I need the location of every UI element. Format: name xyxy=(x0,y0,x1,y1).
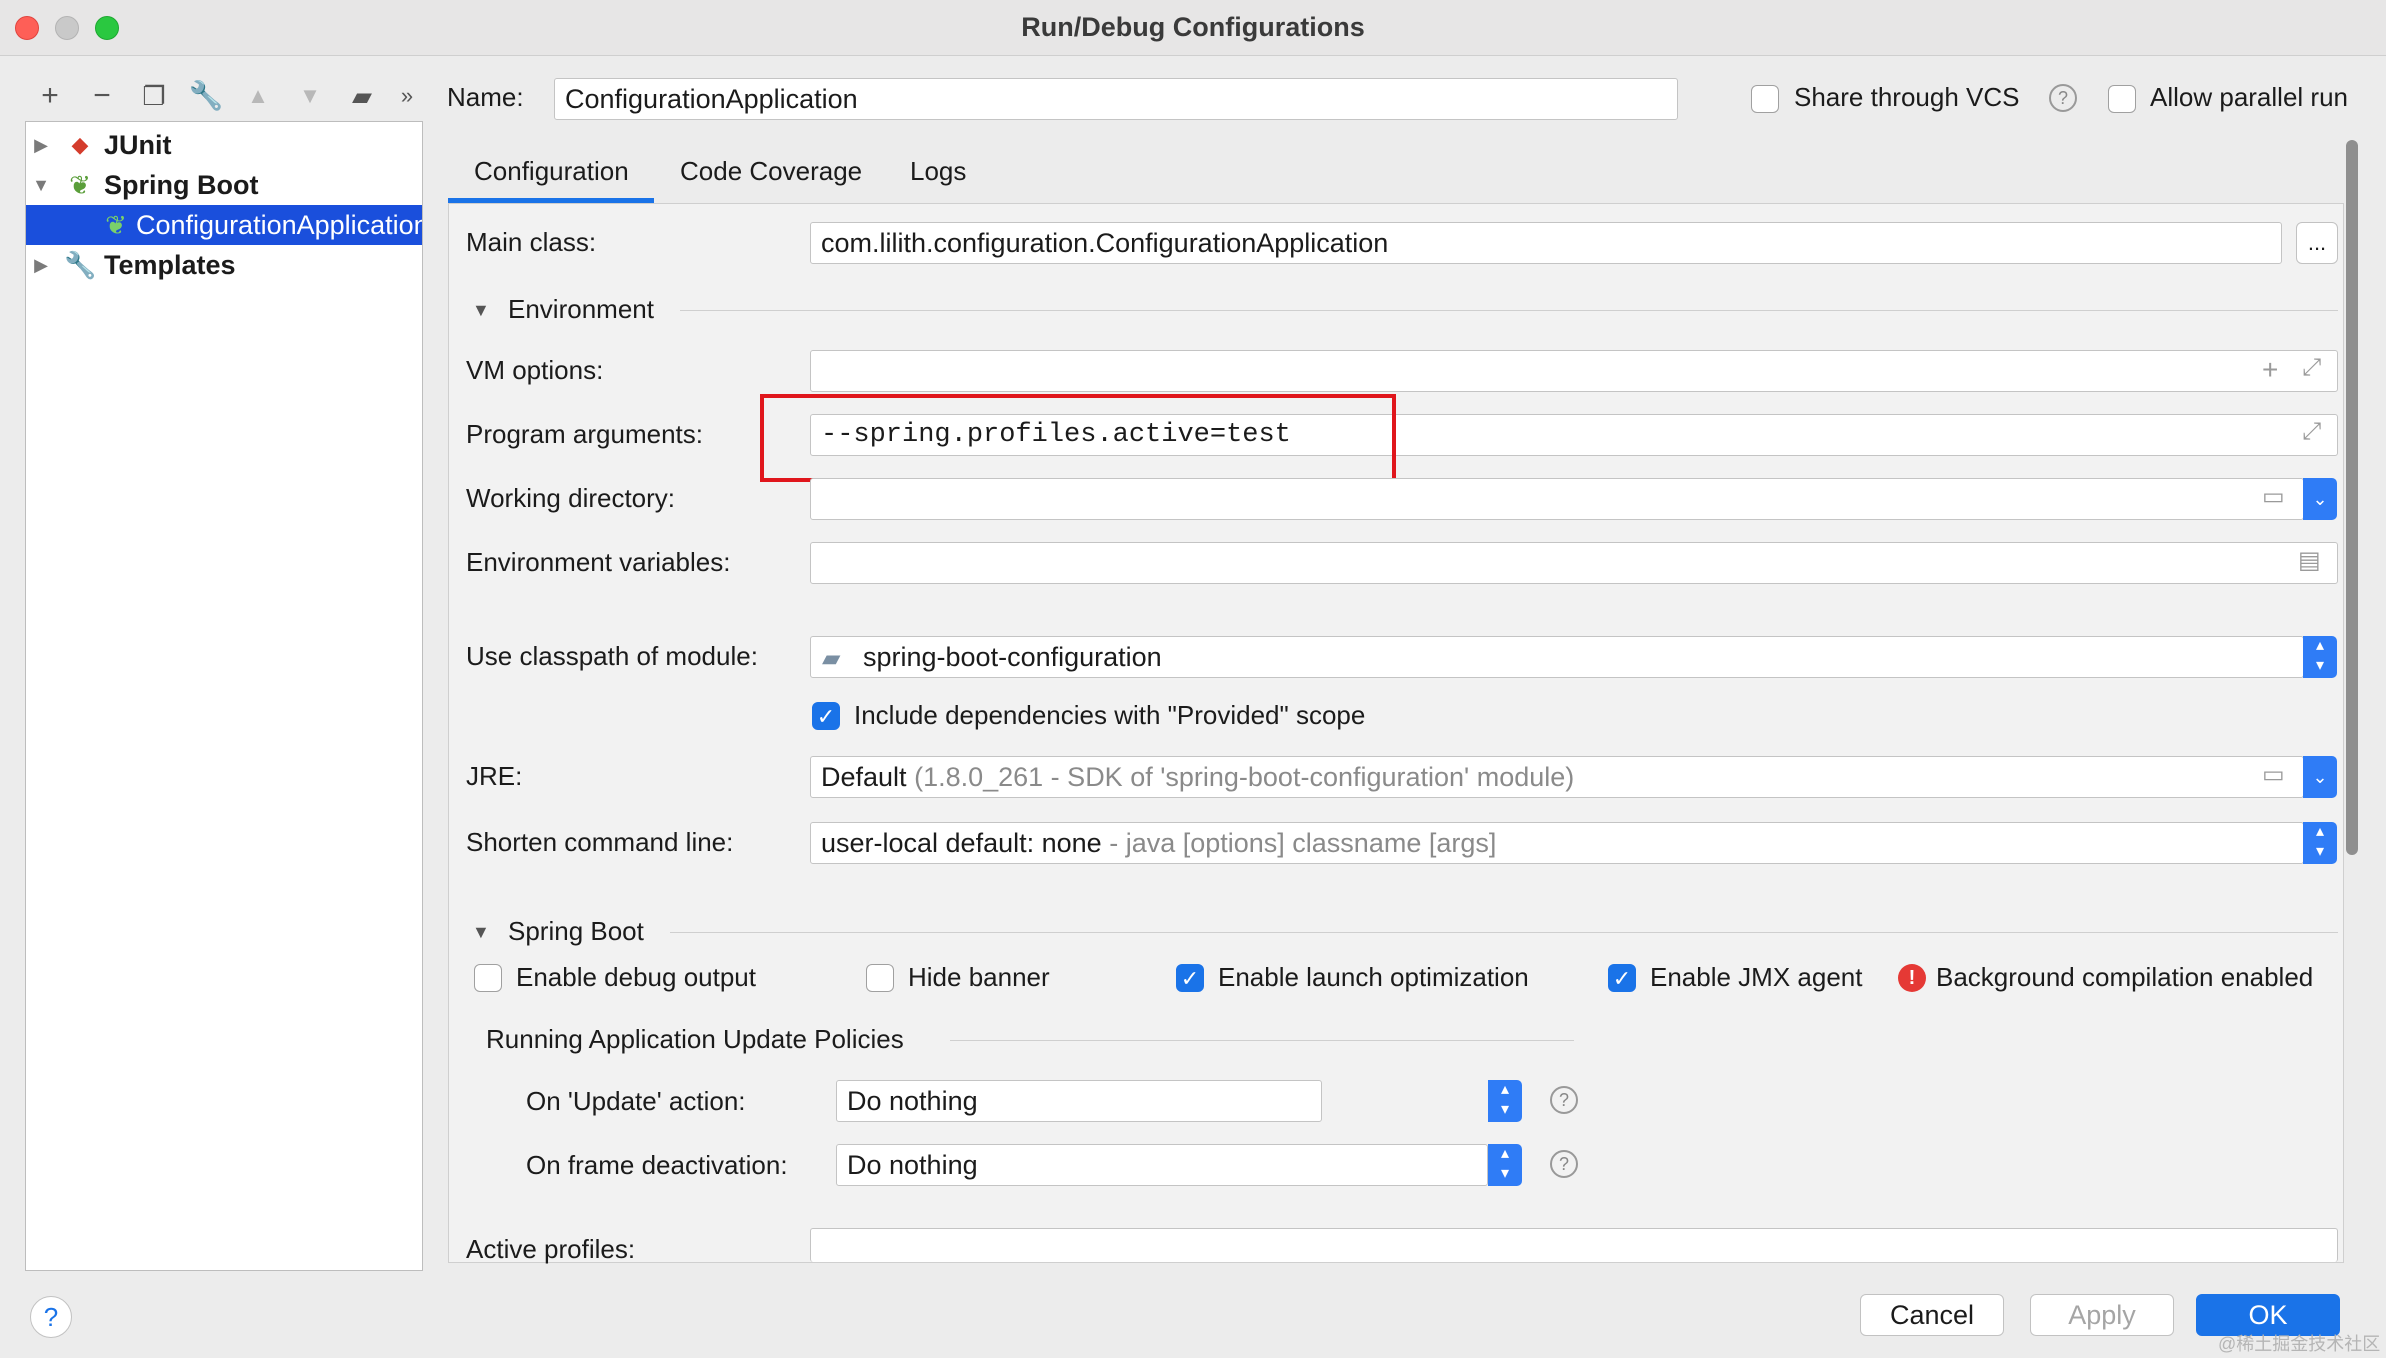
vm-options-input[interactable] xyxy=(810,350,2338,392)
move-down-icon[interactable]: ▼ xyxy=(290,76,330,116)
spring-boot-section-title: Spring Boot xyxy=(508,916,644,946)
share-vcs-label: Share through VCS xyxy=(1794,82,2020,112)
section-divider xyxy=(950,1040,1574,1041)
tab-code-coverage[interactable]: Code Coverage xyxy=(680,151,862,191)
tab-configuration[interactable]: Configuration xyxy=(474,151,629,191)
folder-icon[interactable]: ▭ xyxy=(2262,760,2285,789)
working-directory-input[interactable] xyxy=(810,478,2304,520)
shorten-dropdown-icon[interactable]: ▴ ▾ xyxy=(2303,822,2337,864)
junit-icon: ◆ xyxy=(71,132,89,157)
remove-icon[interactable]: − xyxy=(82,76,122,116)
on-update-select[interactable]: Do nothing xyxy=(836,1080,1322,1122)
on-update-label: On 'Update' action: xyxy=(526,1086,746,1116)
jre-dropdown-icon[interactable]: ⌄ xyxy=(2303,756,2337,798)
allow-parallel-label: Allow parallel run xyxy=(2150,82,2348,112)
section-collapse-icon[interactable]: ▼ xyxy=(472,300,490,321)
expand-arrow-icon[interactable]: ▶ xyxy=(30,245,52,285)
section-collapse-icon[interactable]: ▼ xyxy=(472,922,490,943)
hide-banner-checkbox[interactable] xyxy=(866,964,894,992)
share-vcs-checkbox[interactable] xyxy=(1751,85,1779,113)
background-compilation-label: Background compilation enabled xyxy=(1936,962,2314,992)
environment-variables-label: Environment variables: xyxy=(466,547,731,577)
add-icon[interactable]: + xyxy=(2262,354,2278,386)
environment-variables-input[interactable] xyxy=(810,542,2338,584)
hide-banner-label: Hide banner xyxy=(908,962,1050,992)
section-divider xyxy=(680,310,2338,311)
title-bar: Run/Debug Configurations xyxy=(0,0,2386,56)
allow-parallel-checkbox[interactable] xyxy=(2108,85,2136,113)
collapse-arrow-icon[interactable]: ▼ xyxy=(30,165,52,205)
tab-logs[interactable]: Logs xyxy=(910,151,966,191)
watermark: @稀土掘金技术社区 xyxy=(2218,1334,2381,1354)
tree-item-configuration-application[interactable]: ❦ ConfigurationApplication xyxy=(26,205,422,245)
browse-main-class-button[interactable]: ... xyxy=(2296,222,2338,264)
shorten-detail: - java [options] classname [args] xyxy=(1109,828,1497,858)
configuration-tree[interactable]: ▶ ◆ JUnit ▼ ❦ Spring Boot ❦ Configuratio… xyxy=(25,121,423,1271)
module-icon: ▰ xyxy=(822,645,841,672)
help-icon[interactable]: ? xyxy=(2049,84,2077,112)
main-class-label: Main class: xyxy=(466,227,597,257)
main-class-input[interactable]: com.lilith.configuration.ConfigurationAp… xyxy=(810,222,2282,264)
window-title: Run/Debug Configurations xyxy=(1021,12,1365,42)
program-arguments-label: Program arguments: xyxy=(466,419,703,449)
active-profiles-input[interactable] xyxy=(810,1228,2338,1262)
folder-icon[interactable]: ▭ xyxy=(2262,482,2285,511)
expand-icon[interactable]: ⤢ xyxy=(2302,354,2321,382)
environment-section-title: Environment xyxy=(508,294,654,324)
help-icon[interactable]: ? xyxy=(1550,1086,1578,1114)
enable-debug-label: Enable debug output xyxy=(516,962,756,992)
include-dependencies-checkbox[interactable]: ✓ xyxy=(812,702,840,730)
vm-options-label: VM options: xyxy=(466,355,604,385)
tree-item-spring-boot[interactable]: ▼ ❦ Spring Boot xyxy=(26,165,422,205)
scrollbar-thumb[interactable] xyxy=(2346,140,2358,855)
shorten-command-line-label: Shorten command line: xyxy=(466,827,734,857)
wrench-icon[interactable]: 🔧 xyxy=(186,76,226,116)
classpath-select[interactable]: spring-boot-configuration xyxy=(810,636,2304,678)
add-icon[interactable]: + xyxy=(30,76,70,116)
launch-optimization-checkbox[interactable]: ✓ xyxy=(1176,964,1204,992)
jre-value: Default xyxy=(821,762,907,792)
folder-add-icon[interactable]: ▰ xyxy=(342,76,382,116)
on-update-dropdown-icon[interactable]: ▴ ▾ xyxy=(1488,1080,1522,1122)
tree-item-junit[interactable]: ▶ ◆ JUnit xyxy=(26,125,422,165)
on-frame-label: On frame deactivation: xyxy=(526,1150,788,1180)
jre-detail: (1.8.0_261 - SDK of 'spring-boot-configu… xyxy=(914,762,1575,792)
classpath-label: Use classpath of module: xyxy=(466,641,758,671)
expand-arrow-icon[interactable]: ▶ xyxy=(30,125,52,165)
update-policies-title: Running Application Update Policies xyxy=(486,1024,904,1054)
cancel-button[interactable]: Cancel xyxy=(1860,1294,2004,1336)
name-input[interactable]: ConfigurationApplication xyxy=(554,78,1678,120)
more-icon[interactable]: » xyxy=(392,76,422,116)
spring-boot-app-icon: ❦ xyxy=(105,210,127,240)
apply-button[interactable]: Apply xyxy=(2030,1294,2174,1336)
edit-list-icon[interactable]: ▤ xyxy=(2298,546,2321,575)
copy-icon[interactable]: ❐ xyxy=(134,76,174,116)
jmx-agent-label: Enable JMX agent xyxy=(1650,962,1863,992)
error-icon: ! xyxy=(1898,964,1926,992)
jre-select[interactable]: Default (1.8.0_261 - SDK of 'spring-boot… xyxy=(810,756,2304,798)
jre-label: JRE: xyxy=(466,761,523,791)
move-up-icon[interactable]: ▲ xyxy=(238,76,278,116)
include-dependencies-label: Include dependencies with "Provided" sco… xyxy=(854,700,1366,730)
classpath-dropdown-icon[interactable]: ▴ ▾ xyxy=(2303,636,2337,678)
help-button[interactable]: ? xyxy=(30,1296,72,1338)
section-divider xyxy=(670,932,2338,933)
launch-optimization-label: Enable launch optimization xyxy=(1218,962,1529,992)
on-frame-select[interactable]: Do nothing xyxy=(836,1144,1488,1186)
tree-item-templates[interactable]: ▶ 🔧 Templates xyxy=(26,245,422,285)
shorten-value: user-local default: none xyxy=(821,828,1102,858)
working-directory-label: Working directory: xyxy=(466,483,676,513)
wrench-icon: 🔧 xyxy=(64,250,97,280)
highlight-box xyxy=(760,394,1396,482)
on-frame-dropdown-icon[interactable]: ▴ ▾ xyxy=(1488,1144,1522,1186)
spring-boot-icon: ❦ xyxy=(69,170,91,200)
working-directory-dropdown[interactable]: ⌄ xyxy=(2303,478,2337,520)
name-label: Name: xyxy=(447,82,524,112)
expand-icon[interactable]: ⤢ xyxy=(2302,418,2321,446)
active-profiles-label: Active profiles: xyxy=(466,1234,636,1264)
enable-debug-checkbox[interactable] xyxy=(474,964,502,992)
jmx-agent-checkbox[interactable]: ✓ xyxy=(1608,964,1636,992)
shorten-command-line-select[interactable]: user-local default: none - java [options… xyxy=(810,822,2304,864)
help-icon[interactable]: ? xyxy=(1550,1150,1578,1178)
